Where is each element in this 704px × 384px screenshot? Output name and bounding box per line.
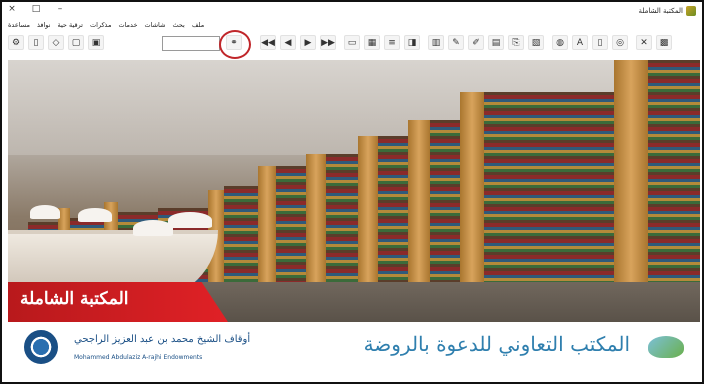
prev-icon[interactable]: ◀ [280,35,296,50]
next-icon[interactable]: ▶ [300,35,316,50]
menu-bar: مساعدة نوافذ ترقية حية مذكرات خدمات شاشا… [2,21,702,33]
lamp [168,212,212,228]
cooperative-office-name: المكتب التعاوني للدعوة بالروضة [363,332,630,356]
menu-windows[interactable]: نوافذ [37,21,51,29]
book-icon[interactable]: ▣ [88,35,104,50]
pillar [358,136,378,282]
bookshelf [648,60,700,282]
highlight-circle [219,30,251,59]
gallery-icon[interactable]: ▤ [488,35,504,50]
navigate-icon[interactable]: ◇ [48,35,64,50]
library-banner-image: المكتبة الشاملة [8,60,700,322]
export-icon[interactable]: ▩ [656,35,672,50]
footer-sponsors: أوقاف الشيخ محمد بن عبد العزيز الراجحي M… [8,324,700,382]
filter-icon[interactable]: ◍ [552,35,568,50]
pencil-icon[interactable]: ✐ [468,35,484,50]
page-icon[interactable]: ▯ [28,35,44,50]
first-icon[interactable]: ◀◀ [260,35,276,50]
tools-icon[interactable]: ✕ [636,35,652,50]
bookmark-icon[interactable]: ◨ [404,35,420,50]
bookshelf [484,92,614,282]
title-bar: × □ – المكتبة الشاملة [2,2,702,21]
database-icon[interactable]: ◎ [612,35,628,50]
title-area: المكتبة الشاملة [639,6,696,16]
list-icon[interactable]: ≡ [384,35,400,50]
menu-file[interactable]: ملف [192,21,204,29]
menu-services[interactable]: خدمات [118,21,137,29]
bookshelf [430,120,460,282]
logo-ribbon: المكتبة الشاملة [8,282,228,322]
menu-help[interactable]: مساعدة [8,21,30,29]
open-book-icon[interactable]: ▢ [68,35,84,50]
window-icon[interactable]: ▭ [344,35,360,50]
bookshelf [224,186,258,282]
window-title: المكتبة الشاملة [638,7,683,15]
last-icon[interactable]: ▶▶ [320,35,336,50]
menu-screens[interactable]: شاشات [144,21,165,29]
lamp [133,220,173,236]
settings-icon[interactable]: ⚙ [8,35,24,50]
tag-icon[interactable]: ✎ [448,35,464,50]
minimize-button[interactable]: – [54,3,66,15]
rajhi-english-name: Mohammed Abdulaziz A-rajhi Endowments [74,354,203,361]
pillar [408,120,430,282]
search-input[interactable] [162,36,220,51]
new-icon[interactable]: ▯ [592,35,608,50]
pillar [258,166,276,282]
bookshelf [326,154,358,282]
pillar [614,60,648,282]
app-logo-text: المكتبة الشاملة [20,289,129,309]
app-icon [686,6,696,16]
toolbar: ⚙ ▯ ◇ ▢ ▣ ⚭ ◀◀ ◀ ▶ ▶▶ ▭ ▦ ≡ ◨ ▥ ✎ ✐ ▤ ⎘ … [2,30,702,59]
rajhi-seal-icon [24,330,58,364]
bookshelf [276,166,306,282]
pillar [460,92,484,282]
bookshelf [378,136,408,282]
window-controls: × □ – [6,3,66,15]
maximize-button[interactable]: □ [30,3,42,15]
menu-search[interactable]: بحث [172,21,184,29]
cooperative-office-logo-icon [648,336,684,358]
pillar [306,154,326,282]
app-window: × □ – المكتبة الشاملة مساعدة نوافذ ترقية… [0,0,704,384]
grid-icon[interactable]: ▦ [364,35,380,50]
rajhi-arabic-name: أوقاف الشيخ محمد بن عبد العزيز الراجحي [74,334,251,345]
menu-notes[interactable]: مذكرات [90,21,112,29]
menu-live-update[interactable]: ترقية حية [57,21,82,29]
close-button[interactable]: × [6,3,18,15]
lamp [30,205,60,219]
doc-icon[interactable]: ▧ [528,35,544,50]
text-icon[interactable]: A [572,35,588,50]
image-icon[interactable]: ▥ [428,35,444,50]
lamp [78,208,112,222]
copy-icon[interactable]: ⎘ [508,35,524,50]
